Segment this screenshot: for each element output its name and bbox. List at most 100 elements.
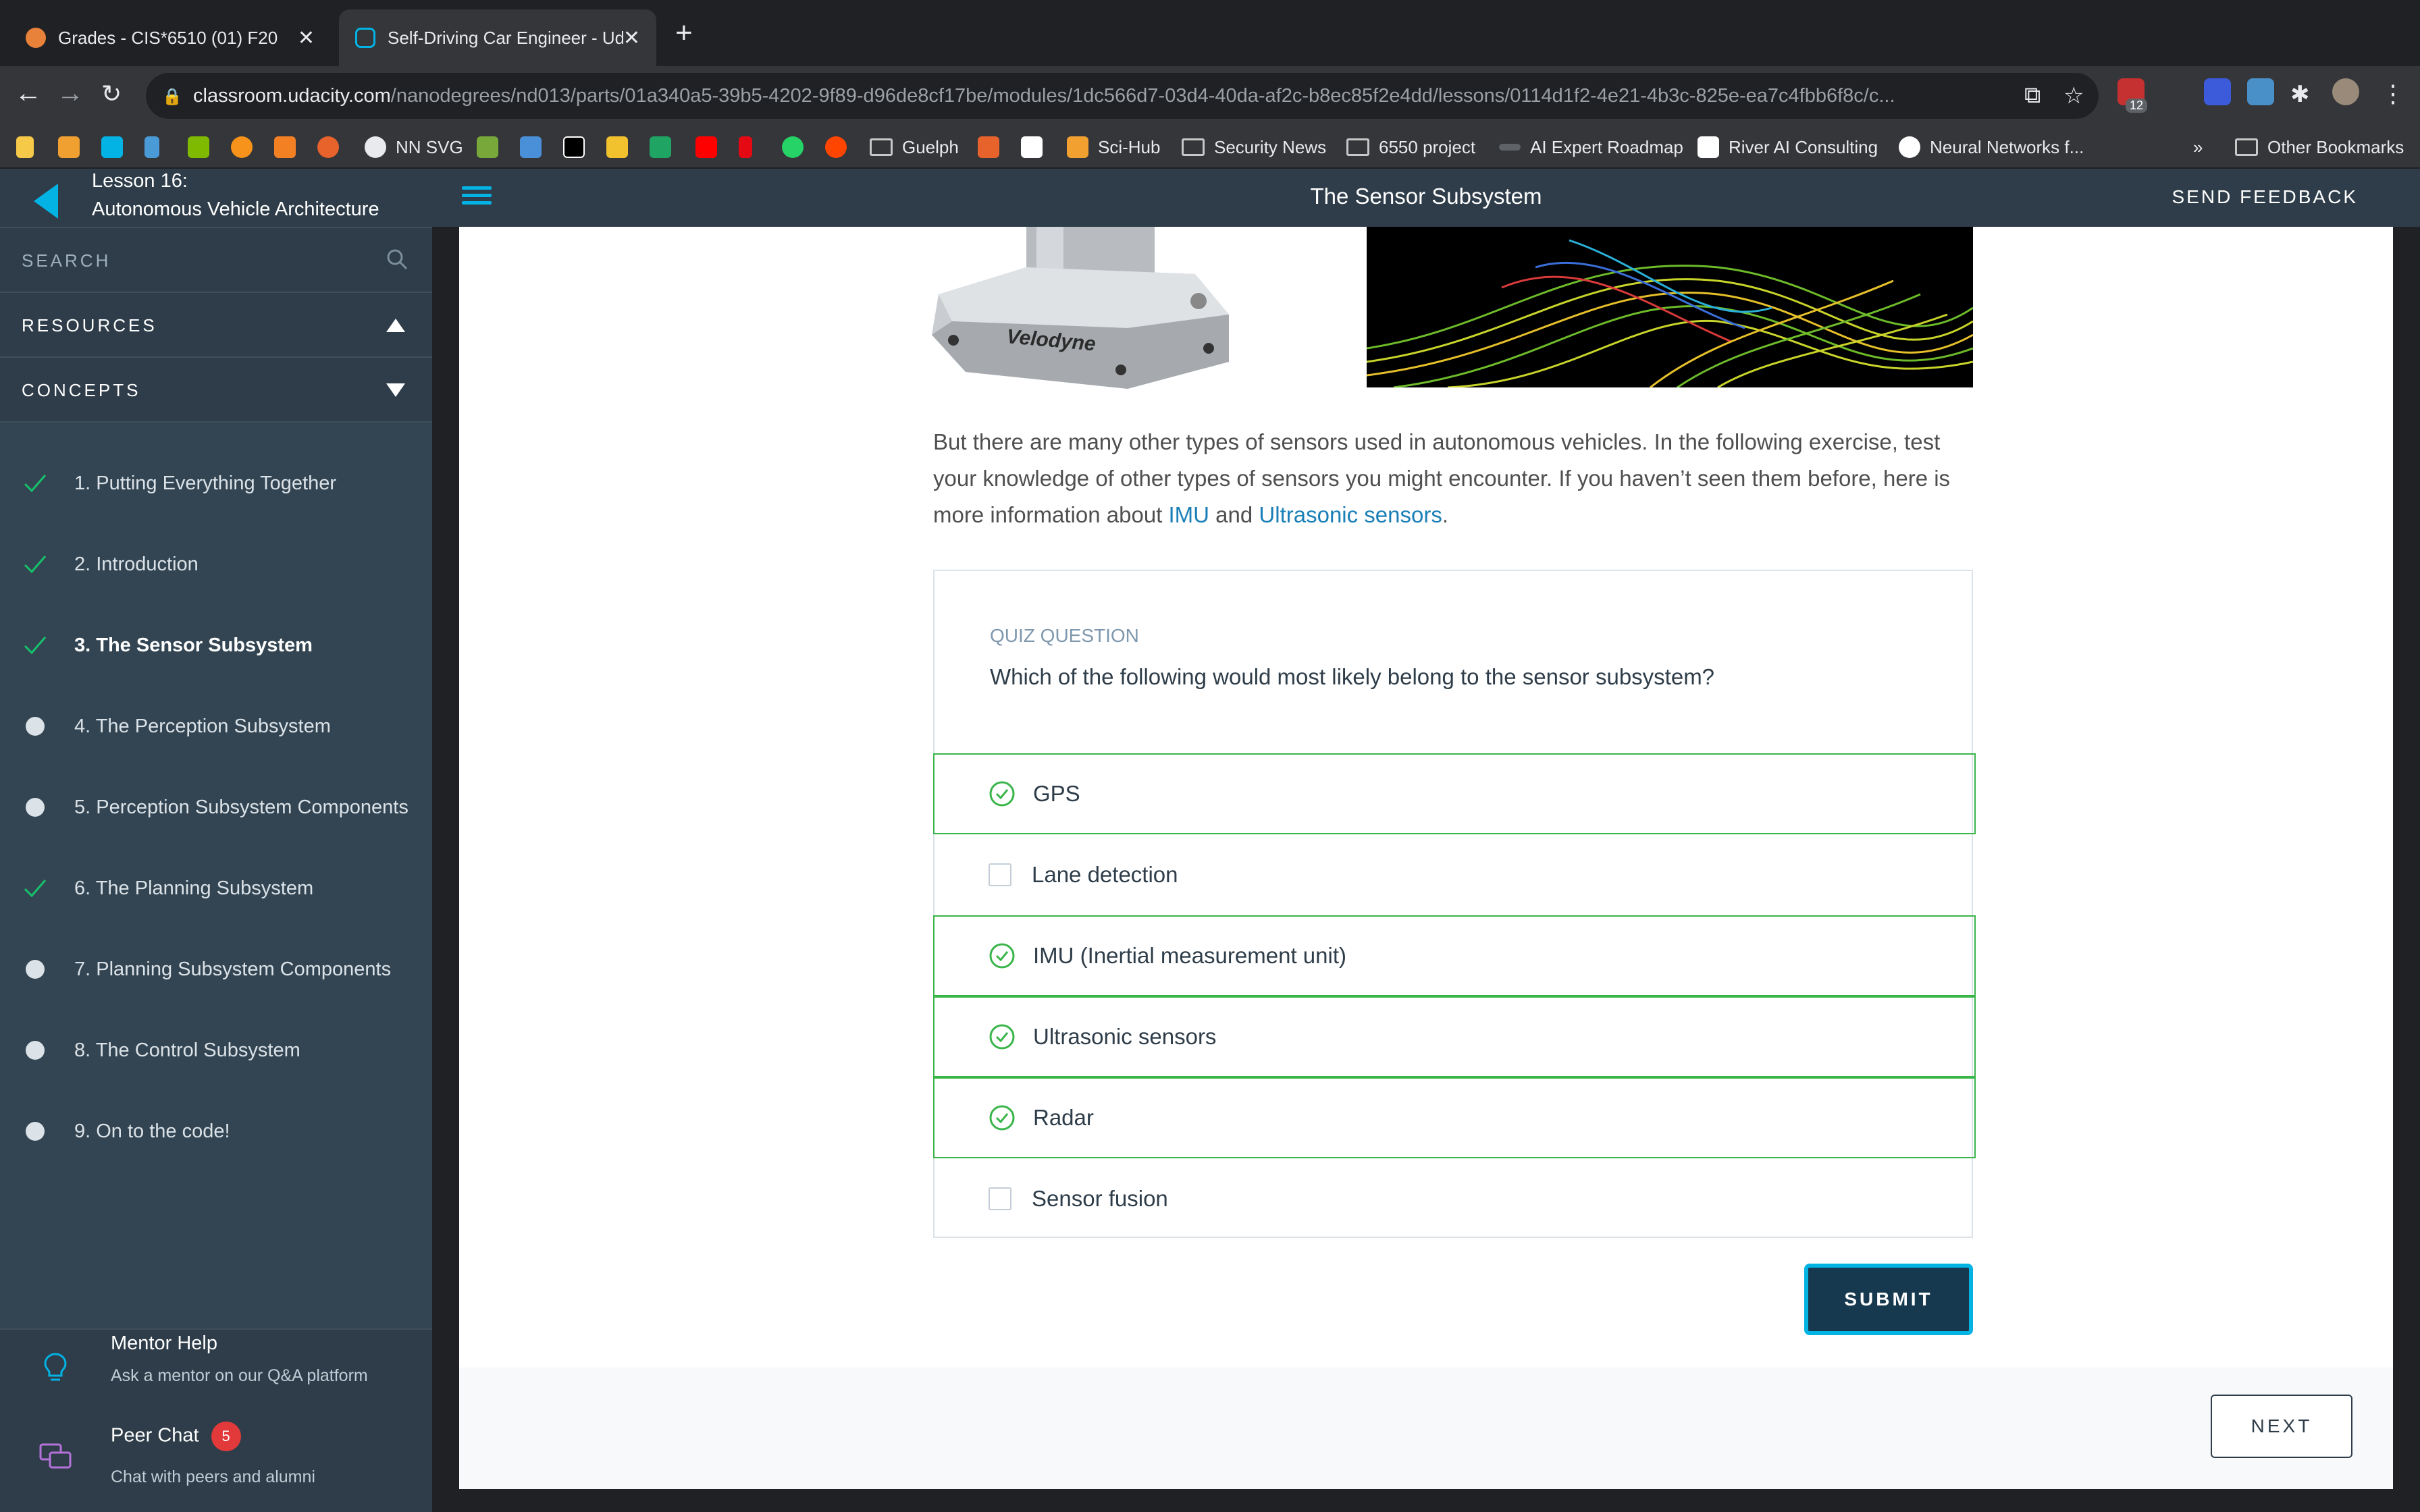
bookmark-river-ai[interactable]: River AI Consulting [1698, 134, 1878, 161]
quiz-option[interactable]: Ultrasonic sensors [933, 996, 1976, 1077]
peer-chat-link[interactable]: Peer Chat 5 Chat with peers and alumni [0, 1419, 432, 1507]
profile-avatar[interactable] [2332, 78, 2359, 105]
bookmarks-overflow-button[interactable]: » [2193, 134, 2203, 161]
puzzle-extensions-icon[interactable]: ✱ [2290, 81, 2310, 108]
netflix-bookmark-icon[interactable] [739, 136, 752, 158]
point-cloud-graphic [1367, 239, 1973, 387]
bookmark-security-news[interactable]: Security News [1182, 134, 1326, 161]
bookmark-icon[interactable] [144, 136, 159, 158]
menu-kebab-icon[interactable]: ⋮ [2381, 80, 2405, 108]
close-tab-icon[interactable]: ✕ [623, 26, 640, 50]
bookmark-icon[interactable] [606, 136, 628, 158]
concept-item[interactable]: 7. Planning Subsystem Components [0, 929, 432, 1010]
ultrasonic-sensors-link[interactable]: Ultrasonic sensors [1259, 502, 1442, 527]
whatsapp-bookmark-icon[interactable] [782, 136, 804, 158]
checkbox[interactable] [989, 863, 1011, 886]
close-tab-icon[interactable]: ✕ [298, 26, 315, 50]
lightbulb-icon [44, 1353, 67, 1381]
globe-icon [365, 136, 386, 158]
concept-item[interactable]: 4. The Perception Subsystem [0, 686, 432, 767]
bookmark-ai-expert-roadmap[interactable]: AI Expert Roadmap [1499, 134, 1683, 161]
stackoverflow-bookmark-icon[interactable] [274, 136, 296, 158]
reddit-bookmark-icon[interactable] [825, 136, 847, 158]
quiz-label: QUIZ QUESTION [990, 625, 1139, 646]
back-arrow-icon[interactable]: ← [15, 78, 42, 109]
bookmark-icon[interactable] [317, 136, 339, 158]
quiz-option[interactable]: Lane detection [933, 834, 1976, 915]
folder-icon [2235, 138, 2258, 156]
quiz-option[interactable]: IMU (Inertial measurement unit) [933, 915, 1976, 996]
bookmark-icon[interactable] [978, 136, 999, 158]
concept-label: 5. Perception Subsystem Components [74, 796, 409, 818]
bookmark-label: 6550 project [1379, 136, 1476, 157]
concept-item[interactable]: 8. The Control Subsystem [0, 1010, 432, 1091]
youtube-bookmark-icon[interactable] [695, 136, 717, 158]
bookmark-nn-svg[interactable]: NN SVG [365, 134, 463, 161]
bookmark-icon[interactable] [1021, 136, 1043, 158]
share-icon[interactable]: ⧉ [2024, 82, 2041, 109]
bookmark-star-icon[interactable]: ☆ [2063, 82, 2084, 109]
upwork-bookmark-icon[interactable] [477, 136, 498, 158]
bookmark-icon[interactable] [520, 136, 542, 158]
google-drive-bookmark-icon[interactable] [650, 136, 671, 158]
incomplete-dot-icon [22, 960, 49, 979]
tab-udacity[interactable]: Self-Driving Car Engineer - Ud ✕ [339, 9, 656, 66]
checkbox[interactable] [989, 1187, 1011, 1210]
send-feedback-button[interactable]: SEND FEEDBACK [2172, 186, 2359, 208]
peer-chat-badge: 5 [211, 1422, 241, 1451]
bookmark-label: River AI Consulting [1729, 136, 1878, 157]
browser-tab-bar: Grades - CIS*6510 (01) F20 - C ✕ Self-Dr… [0, 0, 2420, 66]
quiz-option[interactable]: GPS [933, 753, 1976, 834]
next-button[interactable]: NEXT [2211, 1395, 2352, 1458]
chat-bubbles-icon [39, 1443, 72, 1469]
concept-item[interactable]: 2. Introduction [0, 524, 432, 605]
bitcoin-bookmark-icon[interactable] [231, 136, 253, 158]
top-bar: The Sensor Subsystem SEND FEEDBACK [432, 169, 2420, 227]
quiz-question: Which of the following would most likely… [990, 664, 1715, 689]
checked-circle-icon[interactable] [989, 780, 1016, 807]
forward-arrow-icon[interactable]: → [57, 78, 84, 109]
concept-item[interactable]: 9. On to the code! [0, 1091, 432, 1172]
bookmark-sci-hub[interactable]: Sci-Hub [1067, 134, 1160, 161]
imu-link[interactable]: IMU [1169, 502, 1210, 527]
concept-item[interactable]: 3. The Sensor Subsystem [0, 605, 432, 686]
incomplete-dot-icon [22, 1122, 49, 1141]
concepts-label: CONCEPTS [22, 380, 141, 400]
incomplete-dot-icon [22, 717, 49, 736]
mentor-help-link[interactable]: Mentor Help Ask a mentor on our Q&A plat… [0, 1330, 432, 1418]
new-tab-button[interactable]: + [675, 16, 693, 50]
bookmark-guelph[interactable]: Guelph [870, 134, 959, 161]
udacity-bookmark-icon[interactable] [101, 136, 123, 158]
concept-label: 1. Putting Everything Together [74, 472, 336, 494]
bookmark-6550-project[interactable]: 6550 project [1346, 134, 1475, 161]
extension-icon[interactable] [2247, 78, 2274, 105]
concept-label: 9. On to the code! [74, 1120, 230, 1142]
concept-item[interactable]: 5. Perception Subsystem Components [0, 767, 432, 848]
address-bar[interactable]: 🔒 classroom.udacity.com /nanodegrees/nd0… [146, 73, 2099, 119]
quiz-option[interactable]: Sensor fusion [933, 1158, 1976, 1239]
back-triangle-icon[interactable] [34, 184, 58, 219]
resources-section[interactable]: RESOURCES [0, 292, 432, 356]
bookmark-icon[interactable] [16, 136, 34, 158]
neural-networks-icon [1899, 136, 1920, 158]
bookmark-neural-networks[interactable]: Neural Networks f... [1899, 134, 2084, 161]
microsoft-bookmark-icon[interactable] [188, 136, 209, 158]
quiz-option[interactable]: Radar [933, 1077, 1976, 1158]
reload-icon[interactable]: ↻ [101, 80, 122, 108]
concept-label: 8. The Control Subsystem [74, 1039, 300, 1061]
submit-button[interactable]: SUBMIT [1804, 1264, 1973, 1335]
extension-icon[interactable] [2204, 78, 2231, 105]
concept-label: 3. The Sensor Subsystem [74, 634, 313, 656]
bookmark-other-bookmarks[interactable]: Other Bookmarks [2235, 134, 2404, 161]
medium-bookmark-icon[interactable] [563, 136, 585, 158]
checked-circle-icon[interactable] [989, 1023, 1016, 1050]
concepts-section[interactable]: CONCEPTS [0, 356, 432, 421]
lock-icon: 🔒 [162, 88, 182, 106]
checked-circle-icon[interactable] [989, 942, 1016, 969]
sidebar-search[interactable]: SEARCH [0, 227, 432, 292]
checked-circle-icon[interactable] [989, 1104, 1016, 1131]
concept-item[interactable]: 6. The Planning Subsystem [0, 848, 432, 929]
tab-grades[interactable]: Grades - CIS*6510 (01) F20 - C ✕ [9, 9, 331, 66]
bookmark-icon[interactable] [58, 136, 80, 158]
concept-item[interactable]: 1. Putting Everything Together [0, 443, 432, 524]
